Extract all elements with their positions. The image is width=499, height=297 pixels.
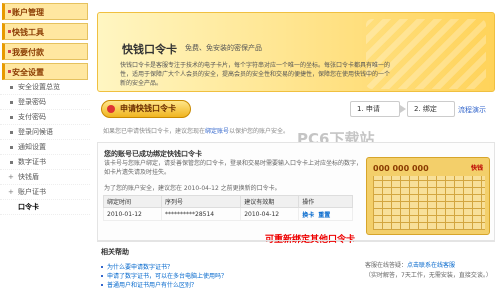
col-serial: 序列号 [160, 195, 242, 208]
sidebar: 账户管理 快钱工具 我要付款 安全设置 安全设置总览 登录密码 支付密码 登录问… [0, 0, 90, 289]
col-time: 绑定时间 [103, 195, 162, 208]
banner-subtitle: 免费、免安装的密保产品 [185, 44, 262, 52]
sidebar-item-account-cert[interactable]: 账户证书 [0, 185, 90, 200]
card-logo: 快钱 [470, 165, 483, 172]
bind-account-link[interactable]: 绑定账号 [205, 128, 229, 135]
step-apply: 1. 申请 [350, 101, 400, 117]
sidebar-item-pay-password[interactable]: 支付密码 [0, 110, 90, 125]
token-card-image: 000 000 000 快钱 [366, 157, 490, 235]
bound-description: 该卡号与您账户绑定，请妥善保管您的口令卡，登录和交易时需要输入口令卡上对应坐标的… [104, 160, 363, 176]
step-bind: 2. 绑定 [407, 101, 455, 117]
cell-time: 2010-01-12 [103, 207, 162, 221]
arrow-right-icon [400, 105, 406, 113]
bind-note: 如果您已申请快钱口令卡，建议您现在绑定账号以保护您的账户安全。 [103, 126, 289, 135]
col-op: 操作 [298, 195, 353, 208]
sidebar-section-security[interactable]: 安全设置 [2, 63, 88, 80]
sidebar-section-pay[interactable]: 我要付款 [2, 43, 88, 60]
note-prefix: 如果您已申请快钱口令卡，建议您现在 [103, 128, 206, 135]
help-item[interactable]: 为什么要申请数字证书？ [101, 263, 227, 272]
col-expiry: 建议有效期 [240, 195, 300, 208]
sidebar-item-greeting[interactable]: 登录问候语 [0, 125, 90, 140]
main-content: 快钱口令卡 免费、免安装的密保产品 快钱口令卡是客服专注于技术的电子卡片，每个字… [97, 8, 495, 289]
reset-link[interactable]: 重置 [318, 212, 330, 219]
sidebar-item-shield[interactable]: 快钱盾 [0, 170, 90, 185]
help-panel: 相关帮助 为什么要申请数字证书？ 申请了数字证书，可以在多台电脑上使用吗？ 普通… [97, 240, 495, 297]
change-card-link[interactable]: 换卡 [302, 212, 314, 219]
sidebar-item-cert[interactable]: 数字证书 [0, 155, 90, 170]
sidebar-item-login-password[interactable]: 登录密码 [0, 95, 90, 110]
bound-table: 绑定时间 序列号 建议有效期 操作 2010-01-12 **********2… [103, 195, 353, 221]
cell-ops: 换卡 重置 [298, 207, 353, 221]
customer-service: 客服在线答疑：点击联系在线客服 （实时解答，7天工作，无需安装，直接交谈。） [365, 261, 492, 281]
sidebar-item-overview[interactable]: 安全设置总览 [0, 80, 90, 95]
sidebar-item-notify[interactable]: 通知设置 [0, 140, 90, 155]
sidebar-section-tools[interactable]: 快钱工具 [2, 23, 88, 40]
help-title: 相关帮助 [101, 248, 129, 256]
cs-label: 客服在线答疑： [365, 262, 408, 269]
help-item[interactable]: 申请了数字证书，可以在多台电脑上使用吗？ [101, 272, 227, 281]
sidebar-item-token-card[interactable]: 口令卡 [0, 200, 90, 215]
cs-hours: （实时解答，7天工作，无需安装，直接交谈。） [365, 272, 492, 279]
card-grid [373, 176, 485, 230]
promo-banner: 快钱口令卡 免费、免安装的密保产品 快钱口令卡是客服专注于技术的电子卡片，每个字… [97, 12, 495, 92]
banner-title: 快钱口令卡 [122, 43, 177, 56]
card-code: 000 000 000 [373, 164, 429, 173]
banner-description: 快钱口令卡是客服专注于技术的电子卡片，每个字符串对应一个唯一的坐标。每张口令卡都… [120, 62, 391, 87]
apply-card-button[interactable]: 申请快钱口令卡 [101, 100, 191, 118]
cs-link[interactable]: 点击联系在线客服 [407, 262, 455, 269]
cell-expiry: 2010-04-12 [240, 207, 300, 221]
bound-card-panel: 您的账号已成功绑定快钱口令卡 该卡号与您账户绑定，请妥善保管您的口令卡，登录和交… [97, 142, 495, 242]
table-row: 2010-01-12 **********28514 2010-04-12 换卡… [103, 207, 353, 221]
cell-serial: **********28514 [160, 207, 242, 221]
bound-title: 您的账号已成功绑定快钱口令卡 [104, 150, 202, 158]
demo-link[interactable]: 流程演示 [458, 105, 486, 115]
note-suffix: 以保护您的账户安全。 [229, 128, 290, 135]
sidebar-section-account[interactable]: 账户管理 [2, 3, 88, 20]
bound-security-note: 为了您的账户安全，建议您在 2010-04-12 之前更换新的口令卡。 [104, 185, 281, 192]
help-list: 为什么要申请数字证书？ 申请了数字证书，可以在多台电脑上使用吗？ 普通用户和证书… [101, 263, 227, 290]
